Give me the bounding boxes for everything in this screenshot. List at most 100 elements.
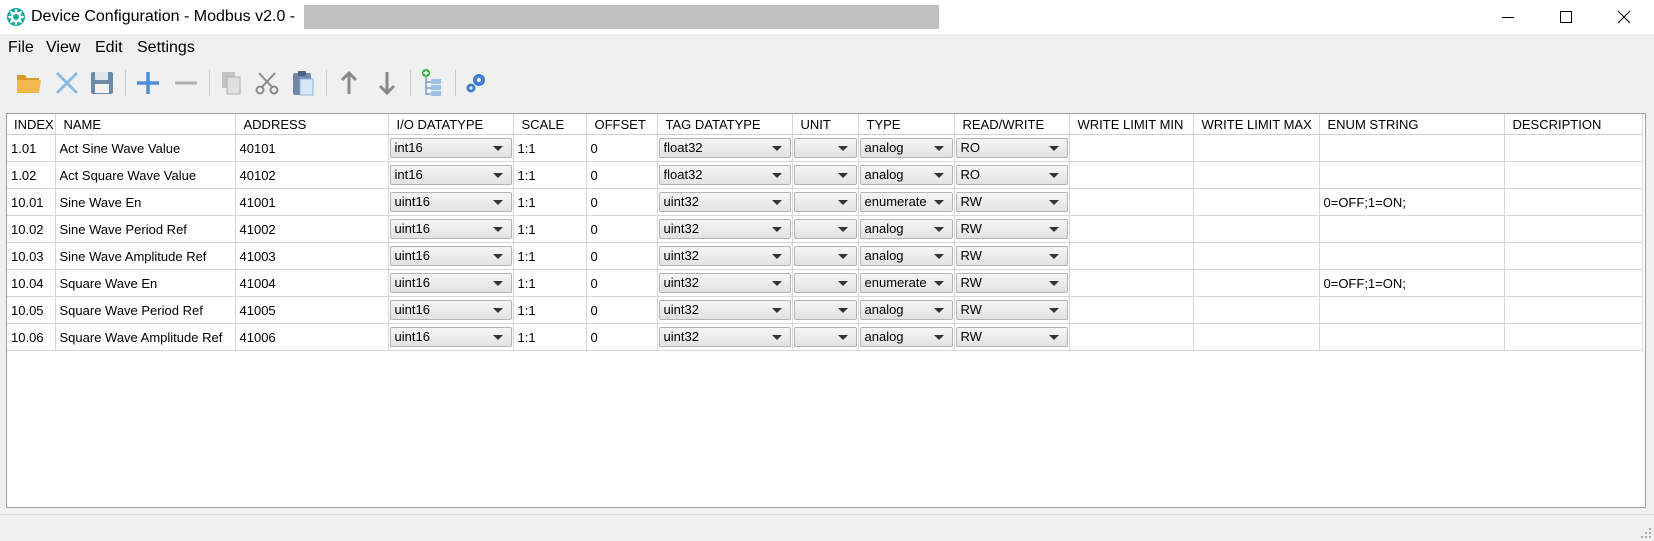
type-select[interactable]: analog [859, 327, 953, 347]
cell-description[interactable] [1504, 242, 1643, 270]
unit-select[interactable] [793, 300, 857, 320]
cell-write-limit-max[interactable] [1193, 323, 1320, 351]
read-write-select[interactable]: RW [955, 327, 1068, 347]
cell-description[interactable] [1504, 323, 1643, 351]
move-down-button[interactable] [371, 67, 403, 99]
column-header-write-limit-min[interactable]: WRITE LIMIT MIN [1069, 114, 1194, 135]
io-datatype-select[interactable]: uint16 [389, 273, 512, 293]
cell-offset[interactable]: 0 [586, 188, 658, 216]
table-row[interactable]: 1.02 Act Square Wave Value 40102 int16 1:1 0 f… [7, 161, 1643, 189]
paste-button[interactable] [287, 67, 319, 99]
cut-button[interactable] [251, 67, 283, 99]
tag-datatype-select[interactable]: uint32 [658, 273, 791, 293]
cell-enum-string[interactable] [1319, 161, 1505, 189]
type-select[interactable]: analog [859, 219, 953, 239]
copy-button[interactable] [215, 67, 247, 99]
cell-scale[interactable]: 1:1 [513, 269, 587, 297]
unit-select[interactable] [793, 246, 857, 266]
cell-name[interactable]: Square Wave Period Ref [55, 296, 236, 324]
cell-scale[interactable]: 1:1 [513, 188, 587, 216]
cell-enum-string[interactable]: 0=OFF;1=ON; [1319, 269, 1505, 297]
cell-write-limit-max[interactable] [1193, 134, 1320, 162]
io-datatype-select[interactable]: int16 [389, 138, 512, 158]
close-file-button[interactable] [51, 67, 83, 99]
cell-description[interactable] [1504, 188, 1643, 216]
column-header-read-write[interactable]: READ/WRITE [954, 114, 1070, 135]
cell-write-limit-min[interactable] [1069, 188, 1194, 216]
read-write-select[interactable]: RW [955, 273, 1068, 293]
column-header-description[interactable]: DESCRIPTION [1504, 114, 1643, 135]
cell-index[interactable]: 10.01 [7, 188, 56, 216]
cell-write-limit-min[interactable] [1069, 215, 1194, 243]
cell-offset[interactable]: 0 [586, 242, 658, 270]
cell-name[interactable]: Act Square Wave Value [55, 161, 236, 189]
cell-write-limit-min[interactable] [1069, 161, 1194, 189]
cell-offset[interactable]: 0 [586, 323, 658, 351]
cell-write-limit-max[interactable] [1193, 242, 1320, 270]
cell-address[interactable]: 40102 [235, 161, 389, 189]
column-header-unit[interactable]: UNIT [792, 114, 859, 135]
menu-settings[interactable]: Settings [137, 34, 195, 62]
type-select[interactable]: analog [859, 246, 953, 266]
column-header-io-datatype[interactable]: I/O DATATYPE [388, 114, 514, 135]
tag-datatype-select[interactable]: uint32 [658, 300, 791, 320]
unit-select[interactable] [793, 192, 857, 212]
cell-description[interactable] [1504, 296, 1643, 324]
cell-write-limit-min[interactable] [1069, 296, 1194, 324]
cell-write-limit-max[interactable] [1193, 161, 1320, 189]
cell-index[interactable]: 10.06 [7, 323, 56, 351]
open-button[interactable] [13, 67, 45, 99]
cell-write-limit-max[interactable] [1193, 188, 1320, 216]
cell-offset[interactable]: 0 [586, 161, 658, 189]
type-select[interactable]: analog [859, 300, 953, 320]
cell-name[interactable]: Sine Wave Period Ref [55, 215, 236, 243]
cell-name[interactable]: Square Wave En [55, 269, 236, 297]
cell-address[interactable]: 41004 [235, 269, 389, 297]
io-datatype-select[interactable]: uint16 [389, 327, 512, 347]
read-write-select[interactable]: RO [955, 138, 1068, 158]
cell-address[interactable]: 41003 [235, 242, 389, 270]
column-header-name[interactable]: NAME [55, 114, 236, 135]
cell-description[interactable] [1504, 215, 1643, 243]
table-row[interactable]: 10.01 Sine Wave En 41001 uint16 1:1 0 uint32 en… [7, 188, 1643, 216]
cell-address[interactable]: 41005 [235, 296, 389, 324]
cell-description[interactable] [1504, 161, 1643, 189]
tag-datatype-select[interactable]: float32 [658, 165, 791, 185]
cell-scale[interactable]: 1:1 [513, 296, 587, 324]
maximize-button[interactable] [1540, 0, 1592, 34]
cell-scale[interactable]: 1:1 [513, 323, 587, 351]
read-write-select[interactable]: RO [955, 165, 1068, 185]
table-row[interactable]: 10.02 Sine Wave Period Ref 41002 uint16 1:1 0… [7, 215, 1643, 243]
column-header-scale[interactable]: SCALE [513, 114, 587, 135]
column-header-address[interactable]: ADDRESS [235, 114, 389, 135]
cell-description[interactable] [1504, 134, 1643, 162]
cell-name[interactable]: Sine Wave Amplitude Ref [55, 242, 236, 270]
unit-select[interactable] [793, 138, 857, 158]
io-datatype-select[interactable]: uint16 [389, 219, 512, 239]
menu-edit[interactable]: Edit [95, 34, 123, 62]
column-header-enum-string[interactable]: ENUM STRING [1319, 114, 1505, 135]
cell-write-limit-min[interactable] [1069, 269, 1194, 297]
type-select[interactable]: enumerate [859, 273, 953, 293]
cell-scale[interactable]: 1:1 [513, 242, 587, 270]
type-select[interactable]: analog [859, 165, 953, 185]
cell-enum-string[interactable]: 0=OFF;1=ON; [1319, 188, 1505, 216]
move-up-button[interactable] [333, 67, 365, 99]
unit-select[interactable] [793, 165, 857, 185]
table-row[interactable]: 10.06 Square Wave Amplitude Ref 41006 uint1… [7, 323, 1643, 351]
table-row[interactable]: 10.05 Square Wave Period Ref 41005 uint16 1:… [7, 296, 1643, 324]
cell-enum-string[interactable] [1319, 134, 1505, 162]
cell-index[interactable]: 10.05 [7, 296, 56, 324]
tag-datatype-select[interactable]: float32 [658, 138, 791, 158]
read-write-select[interactable]: RW [955, 246, 1068, 266]
cell-offset[interactable]: 0 [586, 296, 658, 324]
column-header-tag-datatype[interactable]: TAG DATATYPE [657, 114, 793, 135]
resize-grip-icon[interactable] [1640, 527, 1652, 539]
add-row-button[interactable] [132, 67, 164, 99]
cell-address[interactable]: 41001 [235, 188, 389, 216]
unit-select[interactable] [793, 219, 857, 239]
tag-datatype-select[interactable]: uint32 [658, 246, 791, 266]
save-button[interactable] [86, 67, 118, 99]
cell-index[interactable]: 10.04 [7, 269, 56, 297]
cell-index[interactable]: 1.02 [7, 161, 56, 189]
